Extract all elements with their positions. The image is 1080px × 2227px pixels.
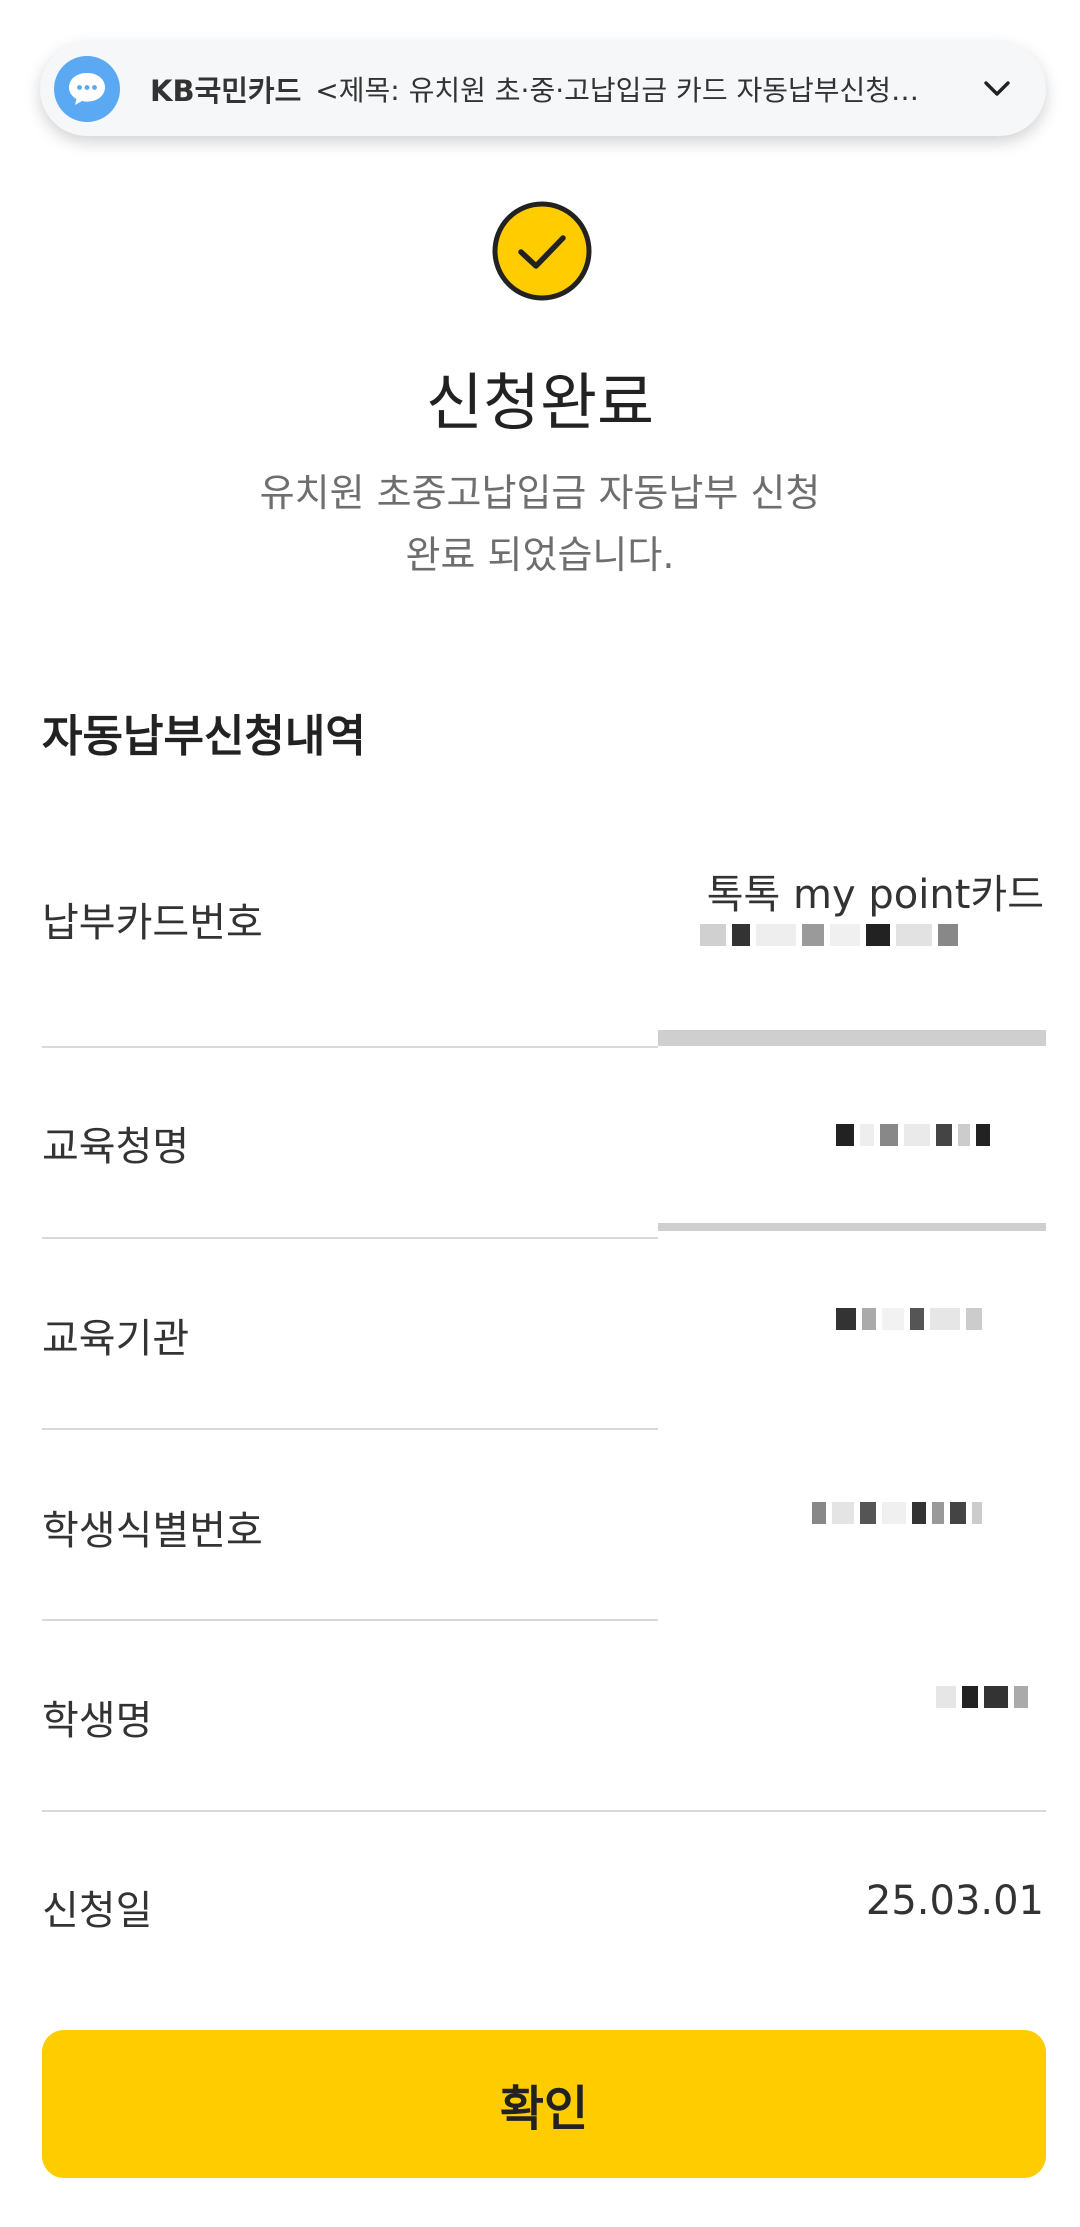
row-label-institution: 교육기관	[42, 1316, 190, 1362]
row-label-card-number: 납부카드번호	[42, 900, 263, 946]
section-title: 자동납부신청내역	[42, 711, 366, 762]
row-label-student-name: 학생명	[42, 1698, 153, 1744]
chat-bubble-icon	[54, 56, 120, 122]
completion-message-line2: 완료 되었습니다.	[405, 533, 675, 577]
row-label-education-office: 교육청명	[42, 1124, 190, 1170]
row-label-application-date: 신청일	[42, 1888, 153, 1934]
notification-banner[interactable]: KB국민카드 <제목: 유치원 초·중·고납입금 카드 자동납부신청…	[40, 42, 1046, 136]
redacted-student-id	[812, 1502, 982, 1524]
row-divider	[42, 1428, 658, 1430]
page: KB국민카드 <제목: 유치원 초·중·고납입금 카드 자동납부신청… 신청완료…	[0, 0, 1080, 2227]
redacted-student-name	[936, 1686, 1028, 1708]
redacted-institution	[836, 1308, 982, 1330]
notification-sender: KB국민카드	[150, 74, 302, 108]
redaction-bar	[658, 1030, 1046, 1046]
row-divider	[42, 1237, 658, 1239]
check-circle-icon	[491, 200, 593, 302]
completion-message: 유치원 초중고납입금 자동납부 신청 완료 되었습니다.	[0, 462, 1080, 586]
redacted-card-number	[700, 924, 958, 946]
page-title: 신청완료	[425, 366, 655, 439]
row-value-card-name: 톡톡 my point카드	[706, 872, 1044, 918]
completion-message-line1: 유치원 초중고납입금 자동납부 신청	[259, 471, 821, 515]
row-value-application-date: 25.03.01	[865, 1878, 1044, 1924]
redaction-bar	[658, 1223, 1046, 1231]
notification-message: <제목: 유치원 초·중·고납입금 카드 자동납부신청…	[315, 74, 920, 107]
row-divider	[42, 1619, 658, 1621]
row-label-student-id: 학생식별번호	[42, 1508, 263, 1554]
chevron-down-icon[interactable]	[980, 72, 1014, 106]
row-divider	[42, 1046, 658, 1048]
confirm-button[interactable]: 확인	[42, 2030, 1046, 2178]
redacted-education-office	[836, 1124, 990, 1146]
row-divider	[42, 1810, 1046, 1812]
